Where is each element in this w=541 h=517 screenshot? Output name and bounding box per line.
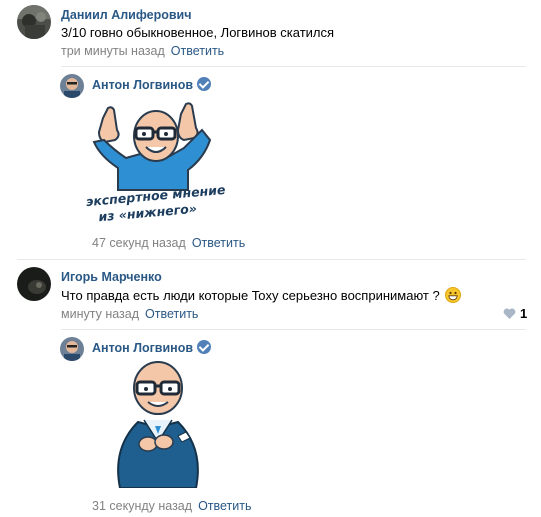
avatar[interactable] (60, 74, 84, 98)
reply-button[interactable]: Ответить (192, 236, 245, 250)
avatar[interactable] (60, 337, 84, 361)
comment-time[interactable]: 47 секунд назад (92, 236, 186, 250)
comment-author[interactable]: Антон Логвинов (92, 340, 212, 355)
reply-button[interactable]: Ответить (171, 44, 224, 58)
comment-text-body: Что правда есть люди которые Toxy серьез… (61, 288, 440, 303)
divider (17, 259, 526, 260)
comment-meta: 31 секунду назад Ответить (92, 499, 252, 513)
comment-meta: минуту назад Ответить (61, 307, 198, 321)
comment-meta: 47 секунд назад Ответить (92, 236, 245, 250)
heart-icon (503, 308, 516, 323)
reply-button[interactable]: Ответить (198, 499, 251, 513)
comment-author[interactable]: Даниил Алиферович (61, 8, 191, 22)
comment-time[interactable]: минуту назад (61, 307, 139, 321)
sticker[interactable]: экспертное мнение из «нижнего» (85, 100, 226, 230)
sticker[interactable] (108, 360, 203, 489)
avatar[interactable] (17, 267, 51, 301)
grinning-emoji-icon (445, 287, 462, 303)
like-count: 1 (520, 306, 528, 321)
author-name[interactable]: Антон Логвинов (92, 341, 193, 355)
comment-meta: три минуты назад Ответить (61, 44, 224, 58)
avatar[interactable] (17, 5, 51, 39)
comment-text: 3/10 говно обыкновенное, Логвинов скатил… (61, 25, 335, 40)
verified-icon (197, 77, 212, 91)
comment-author[interactable]: Игорь Марченко (61, 270, 162, 284)
comment-text: Что правда есть люди которые Toxy серьез… (61, 287, 462, 303)
comment-time[interactable]: 31 секунду назад (92, 499, 192, 513)
author-name[interactable]: Антон Логвинов (92, 78, 193, 92)
verified-icon (197, 340, 212, 354)
like-button[interactable]: 1 (503, 306, 527, 323)
divider (61, 329, 526, 330)
divider (61, 66, 526, 67)
comment-author[interactable]: Антон Логвинов (92, 77, 212, 92)
comment-time[interactable]: три минуты назад (61, 44, 165, 58)
reply-button[interactable]: Ответить (145, 307, 198, 321)
